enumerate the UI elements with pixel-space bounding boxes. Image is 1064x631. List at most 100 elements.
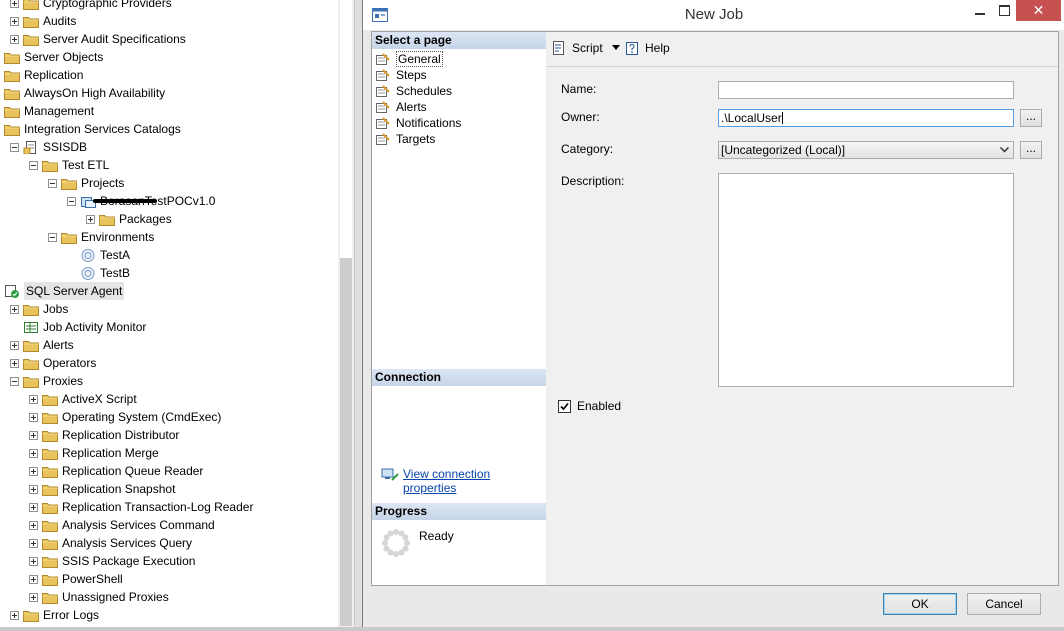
collapse-icon[interactable] [10, 143, 19, 152]
expand-icon[interactable] [29, 539, 38, 548]
page-item-alerts[interactable]: Alerts [376, 99, 542, 115]
tree-node[interactable]: PowerShell [0, 570, 338, 588]
collapse-icon[interactable] [48, 179, 57, 188]
tree-node[interactable]: ActiveX Script [0, 390, 338, 408]
tree-node[interactable]: Replication Snapshot [0, 480, 338, 498]
tree-node[interactable]: SSIS Package Execution [0, 552, 338, 570]
tree-node[interactable]: Management [0, 102, 338, 120]
tree-node[interactable]: Alerts [0, 336, 338, 354]
tree-node-label: Packages [119, 212, 172, 226]
collapse-icon[interactable] [48, 233, 57, 242]
page-item-label: General [396, 51, 443, 67]
tree-node[interactable]: Job Activity Monitor [0, 318, 338, 336]
collapse-icon[interactable] [10, 377, 19, 386]
help-button[interactable]: Help [624, 40, 674, 56]
page-item-schedules[interactable]: Schedules [376, 83, 542, 99]
expand-icon[interactable] [10, 611, 19, 620]
owner-browse-button[interactable]: ... [1020, 109, 1042, 127]
tree-node[interactable]: Analysis Services Query [0, 534, 338, 552]
dialog-title: New Job [684, 6, 744, 23]
folder-icon [42, 539, 58, 550]
tree-node-label: Error Logs [43, 608, 100, 622]
tree-node[interactable]: SSISDB [0, 138, 338, 156]
tree-node[interactable]: Error Logs [0, 606, 338, 624]
page-item-label: Steps [396, 68, 427, 82]
expand-icon[interactable] [10, 17, 19, 26]
expand-icon[interactable] [29, 521, 38, 530]
collapse-icon[interactable] [67, 197, 76, 206]
tree-node[interactable]: SQL Server Agent [0, 282, 338, 300]
tree-node[interactable]: Projects [0, 174, 338, 192]
enabled-checkbox[interactable] [558, 400, 571, 413]
tree-node[interactable]: Analysis Services Command [0, 516, 338, 534]
tree-node[interactable]: Server Audit Specifications [0, 30, 338, 48]
page-item-general[interactable]: General [376, 51, 542, 67]
ok-button[interactable]: OK [883, 593, 957, 615]
folder-icon [23, 359, 39, 370]
expand-icon[interactable] [29, 557, 38, 566]
expand-icon[interactable] [86, 215, 95, 224]
expand-icon[interactable] [29, 593, 38, 602]
tree-node[interactable]: Cryptographic Providers [0, 0, 338, 12]
tree-node[interactable]: Test ETL [0, 156, 338, 174]
expand-icon[interactable] [29, 485, 38, 494]
tree-node[interactable]: Integration Services Catalogs [0, 120, 338, 138]
expand-icon[interactable] [29, 431, 38, 440]
tree-node[interactable]: Replication Transaction-Log Reader [0, 498, 338, 516]
tree-node[interactable]: Environments [0, 228, 338, 246]
page-item-steps[interactable]: Steps [376, 67, 542, 83]
tree-node[interactable]: Replication Distributor [0, 426, 338, 444]
description-textarea[interactable] [718, 173, 1014, 387]
folder-icon [4, 89, 20, 100]
tree-node[interactable]: Unassigned Proxies [0, 588, 338, 606]
tree-node-label: SSISDB [43, 140, 88, 154]
close-button[interactable]: ✕ [1016, 0, 1061, 21]
tree-node[interactable]: Jobs [0, 300, 338, 318]
tree-node[interactable]: Operators [0, 354, 338, 372]
collapse-icon[interactable] [29, 161, 38, 170]
view-connection-properties-link[interactable]: View connection properties [403, 467, 546, 495]
tree-node-label: TestA [100, 248, 131, 262]
cancel-button[interactable]: Cancel [967, 593, 1041, 615]
expand-icon[interactable] [10, 305, 19, 314]
tree-node[interactable]: TestA [0, 246, 338, 264]
tree-node[interactable]: Operating System (CmdExec) [0, 408, 338, 426]
expand-icon[interactable] [29, 413, 38, 422]
expand-icon[interactable] [10, 35, 19, 44]
page-item-targets[interactable]: Targets [376, 131, 542, 147]
tree-node-label: Alerts [43, 338, 74, 352]
owner-input[interactable]: .\LocalUser [718, 109, 1014, 127]
folder-icon [4, 107, 20, 118]
tree-scrollbar-thumb[interactable] [340, 258, 352, 626]
tree-node[interactable]: Audits [0, 12, 338, 30]
expand-icon[interactable] [29, 575, 38, 584]
folder-icon [4, 53, 20, 64]
maximize-button[interactable] [994, 0, 1016, 22]
tree-node[interactable]: Proxies [0, 372, 338, 390]
expand-icon[interactable] [10, 0, 19, 8]
expand-icon[interactable] [10, 341, 19, 350]
expand-icon[interactable] [29, 395, 38, 404]
tree-node[interactable]: Server Objects [0, 48, 338, 66]
category-select[interactable]: [Uncategorized (Local)] [718, 141, 1014, 159]
tree-node[interactable]: BorasanTestPOCv1.0 [0, 192, 338, 210]
page-item-notifications[interactable]: Notifications [376, 115, 542, 131]
folder-icon [42, 575, 58, 586]
script-button[interactable]: Script [551, 40, 623, 56]
tree-node[interactable]: TestB [0, 264, 338, 282]
expand-icon[interactable] [29, 467, 38, 476]
tree-node[interactable]: AlwaysOn High Availability [0, 84, 338, 102]
chevron-down-icon [1000, 147, 1009, 153]
script-label: Script [572, 41, 603, 55]
expand-icon[interactable] [29, 503, 38, 512]
expand-icon[interactable] [29, 449, 38, 458]
tree-node[interactable]: Replication Merge [0, 444, 338, 462]
category-browse-button[interactable]: ... [1020, 141, 1042, 159]
minimize-button[interactable] [966, 0, 994, 22]
tree-node[interactable]: Replication [0, 66, 338, 84]
tree-node[interactable]: Replication Queue Reader [0, 462, 338, 480]
name-input[interactable] [718, 81, 1014, 99]
expand-icon[interactable] [10, 359, 19, 368]
tree-node[interactable]: Packages [0, 210, 338, 228]
tree-scrollbar-track[interactable] [340, 0, 352, 258]
